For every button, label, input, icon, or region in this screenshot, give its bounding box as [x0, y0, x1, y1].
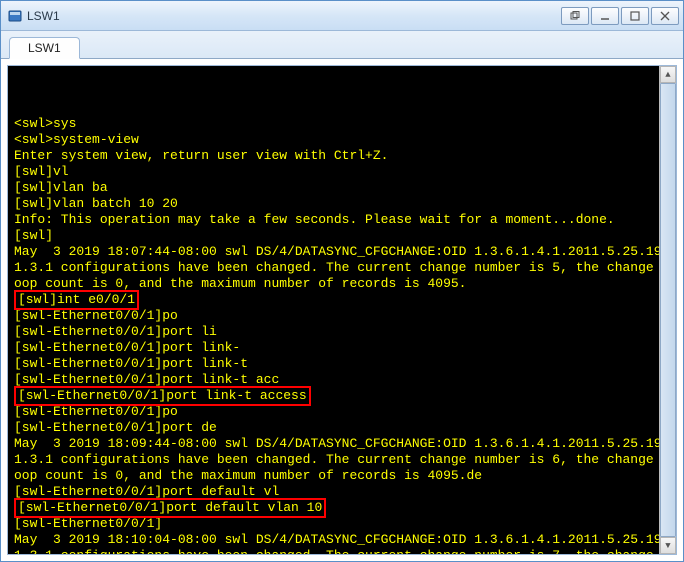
terminal-line: [swl-Ethernet0/0/1]port link-t access — [14, 388, 672, 404]
terminal-line: [swl-Ethernet0/0/1] — [14, 516, 672, 532]
window-buttons — [561, 7, 679, 25]
scroll-thumb[interactable] — [660, 83, 676, 537]
titlebar[interactable]: LSW1 — [1, 1, 683, 31]
terminal-line: [swl-Ethernet0/0/1]po — [14, 404, 672, 420]
terminal-line: <swl>sys — [14, 116, 672, 132]
terminal-line: May 3 2019 18:07:44-08:00 swl DS/4/DATAS… — [14, 244, 672, 292]
terminal-line: Enter system view, return user view with… — [14, 148, 672, 164]
terminal-line: [swl]int e0/0/1 — [14, 292, 672, 308]
terminal-line: [swl-Ethernet0/0/1]port link-t — [14, 356, 672, 372]
highlight-box: [swl]int e0/0/1 — [14, 290, 139, 310]
terminal-line: May 3 2019 18:09:44-08:00 swl DS/4/DATAS… — [14, 436, 672, 484]
terminal-line: [swl]vlan batch 10 20 — [14, 196, 672, 212]
scroll-up-button[interactable]: ▲ — [660, 66, 676, 83]
scrollbar[interactable]: ▲ ▼ — [659, 66, 676, 554]
terminal[interactable]: <swl>sys<swl>system-viewEnter system vie… — [7, 65, 677, 555]
terminal-line: [swl-Ethernet0/0/1]port li — [14, 324, 672, 340]
terminal-line: [swl-Ethernet0/0/1]po — [14, 308, 672, 324]
minimize-button[interactable] — [591, 7, 619, 25]
close-button[interactable] — [651, 7, 679, 25]
terminal-line: [swl-Ethernet0/0/1]port default vlan 10 — [14, 500, 672, 516]
tab-lsw1[interactable]: LSW1 — [9, 37, 80, 59]
restore-extra-button[interactable] — [561, 7, 589, 25]
terminal-line: Info: This operation may take a few seco… — [14, 212, 672, 228]
terminal-line: <swl>system-view — [14, 132, 672, 148]
highlight-box: [swl-Ethernet0/0/1]port default vlan 10 — [14, 498, 326, 518]
app-icon — [7, 8, 23, 24]
terminal-line: [swl]vlan ba — [14, 180, 672, 196]
app-window: LSW1 LSW1 <swl>sys<swl>system-viewEnter … — [0, 0, 684, 562]
window-title: LSW1 — [27, 9, 60, 23]
terminal-line: [swl]vl — [14, 164, 672, 180]
highlight-box: [swl-Ethernet0/0/1]port link-t access — [14, 386, 311, 406]
maximize-button[interactable] — [621, 7, 649, 25]
terminal-line: [swl-Ethernet0/0/1]port de — [14, 420, 672, 436]
terminal-container: <swl>sys<swl>system-viewEnter system vie… — [1, 59, 683, 561]
terminal-line: [swl-Ethernet0/0/1]port link- — [14, 340, 672, 356]
terminal-line: May 3 2019 18:10:04-08:00 swl DS/4/DATAS… — [14, 532, 672, 555]
scroll-down-button[interactable]: ▼ — [660, 537, 676, 554]
tab-label: LSW1 — [28, 41, 61, 55]
tab-bar: LSW1 — [1, 31, 683, 59]
terminal-line: [swl] — [14, 228, 672, 244]
